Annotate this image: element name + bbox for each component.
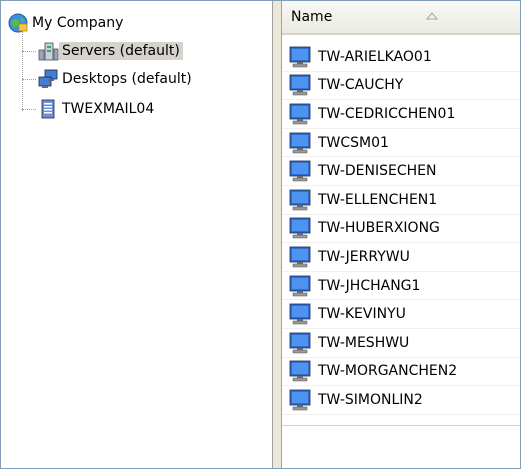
tree-item-twexmail04[interactable]: TWEXMAIL04 [37, 97, 157, 121]
computer-icon [288, 332, 312, 354]
tree-connector [22, 79, 36, 80]
list-item[interactable]: TW-CAUCHY [282, 72, 520, 101]
pane-splitter[interactable] [272, 1, 282, 468]
computer-icon [288, 246, 312, 268]
list-item-label: TW-ARIELKAO01 [318, 48, 432, 65]
list-item-label: TW-DENISECHEN [318, 163, 437, 180]
list-item[interactable]: TW-SIMONLIN2 [282, 386, 520, 415]
list-item-label: TW-HUBERXIONG [318, 220, 440, 237]
list-item-label: TW-JHCHANG1 [318, 277, 421, 294]
list-empty-area [282, 425, 520, 468]
list-item-label: TW-ELLENCHEN1 [318, 191, 438, 208]
computer-icon [288, 389, 312, 411]
list-item[interactable]: TW-DENISECHEN [282, 157, 520, 186]
list-item-label: TW-JERRYWU [318, 248, 410, 265]
tree-connector [22, 31, 23, 111]
tree-item-label: TWEXMAIL04 [62, 101, 155, 117]
list-item-label: TW-KEVINYU [318, 306, 406, 323]
computer-icon [288, 275, 312, 297]
tree-root-my-company[interactable]: My Company [7, 11, 126, 35]
list-item-label: TW-MESHWU [318, 334, 410, 351]
list-item[interactable]: TW-JERRYWU [282, 243, 520, 272]
computer-icon [288, 303, 312, 325]
tree-item-label: Servers (default) [59, 42, 183, 60]
tree-root-label: My Company [32, 15, 124, 31]
list-item-label: TWCSM01 [318, 134, 389, 151]
list-item[interactable]: TW-KEVINYU [282, 300, 520, 329]
computer-icon [288, 46, 312, 68]
list-item[interactable]: TW-MORGANCHEN2 [282, 358, 520, 387]
computer-icon [288, 360, 312, 382]
computer-icon [288, 74, 312, 96]
list-item[interactable]: TW-CEDRICCHEN01 [282, 100, 520, 129]
list-item[interactable]: TW-ARIELKAO01 [282, 43, 520, 72]
list-item[interactable]: TWCSM01 [282, 129, 520, 158]
window-frame: My Company Servers (default) Desktops (d… [0, 0, 521, 469]
list-item[interactable]: TW-MESHWU [282, 329, 520, 358]
list-item[interactable]: TW-ELLENCHEN1 [282, 186, 520, 215]
tree-item-desktops[interactable]: Desktops (default) [37, 67, 195, 91]
column-header-name[interactable]: Name [282, 1, 518, 33]
list-item-label: TW-MORGANCHEN2 [318, 363, 458, 380]
list-item-label: TW-CEDRICCHEN01 [318, 105, 456, 122]
server-group-icon [37, 40, 59, 62]
column-header-label: Name [291, 9, 333, 25]
computer-icon [288, 189, 312, 211]
tree-connector [22, 51, 36, 52]
tree-connector [22, 109, 36, 110]
computer-icon [288, 160, 312, 182]
computer-list: TW-ARIELKAO01 TW-CAUCHY TW-CEDRICCHEN01 TWC… [282, 43, 520, 415]
list-pane: Name TW-ARIELKAO01 TW-CAUCHY TW-CEDRICCHEN… [282, 1, 520, 468]
desktop-group-icon [37, 68, 59, 90]
list-header: Name [282, 1, 520, 35]
server-icon [37, 98, 59, 120]
sort-ascending-icon [425, 8, 439, 24]
list-item-label: TW-SIMONLIN2 [318, 391, 423, 408]
tree-pane: My Company Servers (default) Desktops (d… [1, 1, 272, 468]
globe-icon [7, 12, 29, 34]
tree-item-label: Desktops (default) [62, 71, 192, 87]
list-item[interactable]: TW-JHCHANG1 [282, 272, 520, 301]
list-item-label: TW-CAUCHY [318, 77, 404, 94]
computer-icon [288, 217, 312, 239]
computer-icon [288, 103, 312, 125]
tree-item-servers[interactable]: Servers (default) [37, 39, 183, 63]
computer-icon [288, 132, 312, 154]
list-item[interactable]: TW-HUBERXIONG [282, 215, 520, 244]
